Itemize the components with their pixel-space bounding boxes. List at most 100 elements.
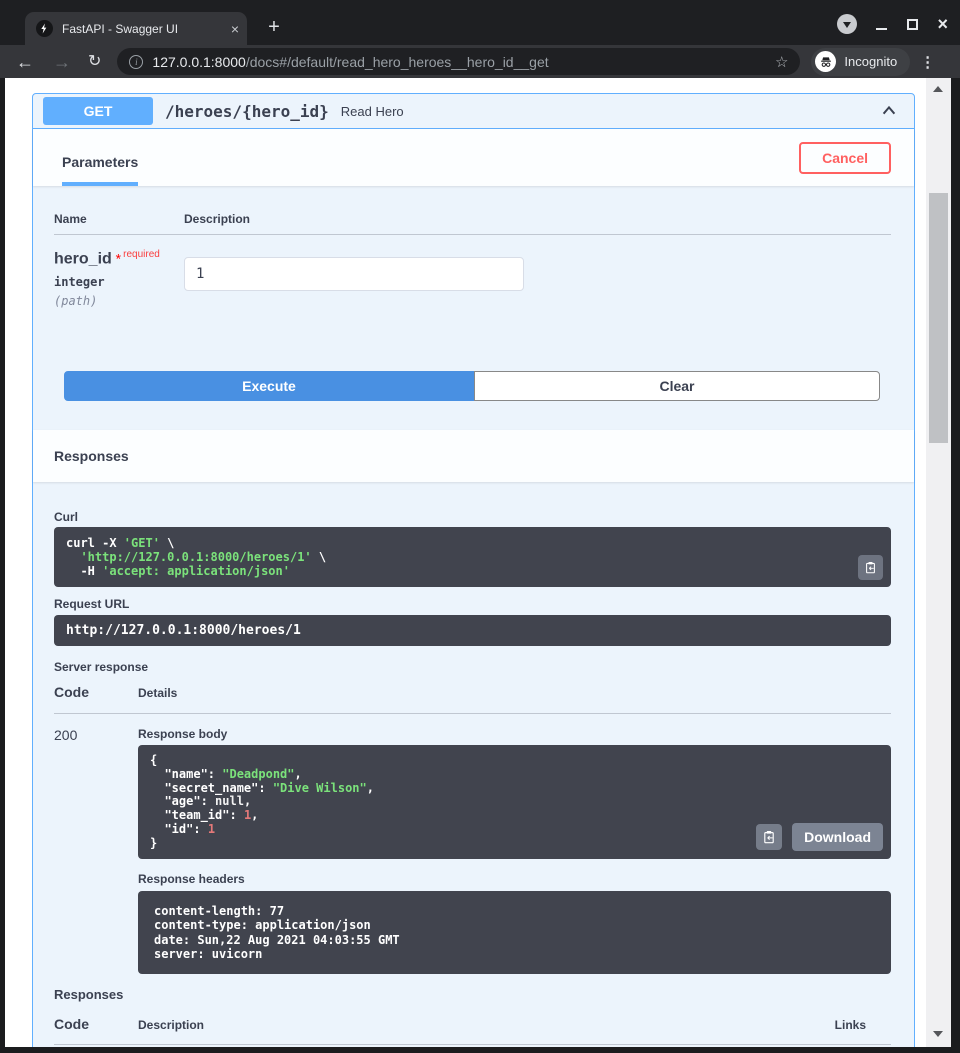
server-response-row: 200 Response body { "name": "Deadpond", … [54,714,891,974]
collapse-chevron-icon[interactable] [880,102,898,120]
parameter-location: (path) [54,294,184,308]
tab-close-icon[interactable]: × [231,22,239,36]
browser-tab[interactable]: FastAPI - Swagger UI × [25,12,247,45]
url-text: 127.0.0.1:8000/docs#/default/read_hero_h… [152,54,548,70]
server-response-table-header: Code Details [54,684,891,714]
parameters-section-header: Parameters Cancel [33,129,914,186]
parameters-table: Name Description hero_id *required integ… [33,186,914,351]
parameter-type: integer [54,275,184,289]
header-line: date: Sun,22 Aug 2021 04:03:55 GMT [154,933,400,947]
window-close-button[interactable]: × [937,15,948,33]
fastapi-favicon-icon [36,20,53,37]
response-body-controls: Download [756,823,883,851]
back-button[interactable]: ← [16,53,34,71]
new-tab-button[interactable]: + [262,16,286,40]
site-info-icon[interactable]: i [129,55,143,69]
json-key: "secret_name" [150,781,258,795]
response-body-block: { "name": "Deadpond", "secret_name": "Di… [138,745,891,859]
bookmark-star-icon[interactable]: ☆ [775,53,788,71]
json-comma: , [295,767,302,781]
json-key: "team_id" [150,808,229,822]
responses-inner: Curl curl -X 'GET' \ 'http://127.0.0.1:8… [33,482,914,1047]
browser-update-icon[interactable] [837,14,857,34]
page-content: GET /heroes/{hero_id} Read Hero Paramete… [5,78,926,1047]
tab-parameters[interactable]: Parameters [54,154,146,186]
download-button[interactable]: Download [792,823,883,851]
page-scrollbar[interactable] [926,78,951,1047]
endpoint-summary: Read Hero [341,104,404,119]
copy-response-button[interactable] [756,824,782,850]
maximize-button[interactable] [907,19,918,30]
address-bar[interactable]: i 127.0.0.1:8000/docs#/default/read_hero… [117,48,800,75]
json-key: "id" [150,822,193,836]
curl-cont: \ [160,536,174,550]
column-header-code: Code [54,1016,138,1032]
parameter-name: hero_id [54,250,112,267]
parameters-title: Parameters [62,154,138,170]
execute-button[interactable]: Execute [64,371,474,401]
copy-curl-button[interactable] [858,555,883,580]
json-value: "Dive Wilson" [273,781,367,795]
curl-cont2: \ [312,550,326,564]
header-line: server: uvicorn [154,947,262,961]
scrollbar-thumb[interactable] [929,193,948,443]
browser-menu-button[interactable]: ⋮ [920,53,935,71]
column-header-description: Description [138,1018,204,1032]
request-url-value: http://127.0.0.1:8000/heroes/1 [66,623,301,638]
json-value: 1 [208,822,215,836]
server-response-label: Server response [54,660,891,674]
browser-window: FastAPI - Swagger UI × + × ← → ↻ i 127.0… [0,0,960,1053]
json-sep: : [201,794,215,808]
json-value: null [215,794,244,808]
reload-button[interactable]: ↻ [88,54,101,70]
endpoint-path: /heroes/{hero_id} [165,102,329,121]
hero-id-input[interactable] [184,257,524,291]
cancel-button[interactable]: Cancel [799,142,891,174]
window-controls: × [837,13,948,35]
request-url-label: Request URL [54,597,891,611]
column-header-details: Details [138,686,177,700]
opblock-get: GET /heroes/{hero_id} Read Hero Paramete… [32,93,915,1047]
header-line: content-type: application/json [154,918,371,932]
json-comma: , [244,794,251,808]
doc-responses-table-header: Code Description Links [54,1016,891,1045]
column-header-description: Description [184,212,250,226]
curl-url: 'http://127.0.0.1:8000/heroes/1' [66,550,312,564]
json-sep: : [258,781,272,795]
response-details-cell: Response body { "name": "Deadpond", "sec… [138,727,891,974]
doc-response-row: 200 No links [54,1045,891,1047]
required-label: required [123,249,160,260]
json-value: "Deadpond" [222,767,294,781]
json-brace: } [150,836,157,850]
curl-cmd: curl -X [66,536,124,550]
scroll-up-arrow-icon[interactable] [933,86,943,92]
browser-toolbar: ← → ↻ i 127.0.0.1:8000/docs#/default/rea… [0,45,960,78]
curl-method: 'GET' [124,536,160,550]
header-line: content-length: 77 [154,904,284,918]
minimize-button[interactable] [876,17,888,31]
tab-title: FastAPI - Swagger UI [62,22,225,36]
curl-header-value: 'accept: application/json' [102,564,290,578]
doc-responses-title: Responses [54,987,891,1002]
status-code: 200 [54,727,138,974]
json-key: "name" [150,767,208,781]
parameter-row: hero_id *required integer (path) [54,235,891,308]
incognito-badge: Incognito [811,48,910,76]
opblock-summary[interactable]: GET /heroes/{hero_id} Read Hero [33,94,914,129]
parameter-value-cell [184,249,524,308]
required-star: * [112,250,121,266]
server-response-table: Code Details 200 Response body { "name":… [54,684,891,974]
json-key: "age" [150,794,201,808]
clear-button[interactable]: Clear [474,371,880,401]
forward-button[interactable]: → [53,53,71,71]
parameter-name-cell: hero_id *required integer (path) [54,249,184,308]
http-method-badge: GET [43,97,153,125]
active-tab-underline [62,182,138,186]
response-headers-label: Response headers [138,872,891,886]
json-comma: , [251,808,258,822]
url-host: 127.0.0.1:8000 [152,54,245,70]
json-brace: { [150,753,157,767]
curl-label: Curl [54,510,891,524]
scroll-down-arrow-icon[interactable] [933,1031,943,1037]
responses-section-header: Responses [33,430,914,482]
